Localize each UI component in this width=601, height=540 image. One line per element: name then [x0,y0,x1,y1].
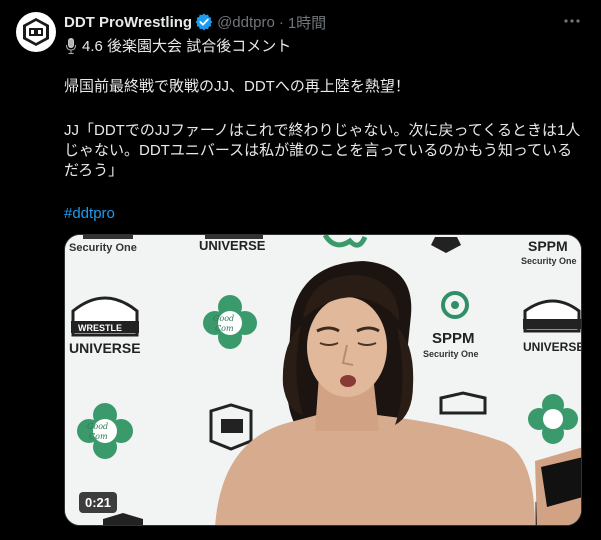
microphone-icon [66,37,76,54]
tweet-subtitle: 4.6 後楽園大会 試合後コメント [64,35,291,56]
verified-badge-icon [195,13,213,31]
avatar[interactable] [16,12,56,52]
subtitle-text: 4.6 後楽園大会 試合後コメント [82,38,292,55]
more-icon [564,19,580,23]
backdrop-universe-top: UNIVERSE [199,238,266,253]
backdrop-security-one-top: Security One [69,242,137,254]
svg-text:Security One: Security One [521,256,577,266]
ddt-logo-icon [23,18,49,46]
hashtag-link[interactable]: #ddtpro [64,205,115,222]
timestamp[interactable]: 1時間 [288,12,326,33]
backdrop-sppm-top: SPPM [528,238,568,254]
svg-text:Good: Good [213,314,234,323]
svg-text:WRESTLE: WRESTLE [78,323,122,333]
tweet: DDT ProWrestling @ddtpro · 1時間 4.6 後楽園大会… [0,0,601,540]
video-frame: Security One UNIVERSE SPPM Security One … [65,235,582,525]
svg-text:UNIVERSE: UNIVERSE [523,340,582,354]
tweet-text-paragraph-1: 帰国前最終戦で敗戦のJJ、DDTへの再上陸を熱望！ [64,78,410,95]
video-player[interactable]: Security One UNIVERSE SPPM Security One … [64,234,582,526]
separator: · [278,13,284,31]
svg-text:Com: Com [89,432,108,441]
svg-text:Com: Com [215,324,234,333]
tweet-text-paragraph-2: JJ「DDTでのJJファーノはこれで終わりじゃない。次に戻ってくるときは1人じゃ… [64,122,581,179]
video-duration-badge: 0:21 [79,492,118,513]
svg-text:UNIVERSE: UNIVERSE [69,340,141,356]
svg-text:Good: Good [87,422,108,431]
svg-text:Security One: Security One [423,349,479,359]
handle[interactable]: @ddtpro [217,14,275,31]
tweet-header: DDT ProWrestling @ddtpro · 1時間 [64,12,326,32]
svg-text:SPPM: SPPM [432,330,475,347]
more-button[interactable] [559,10,585,32]
display-name[interactable]: DDT ProWrestling [64,14,192,31]
